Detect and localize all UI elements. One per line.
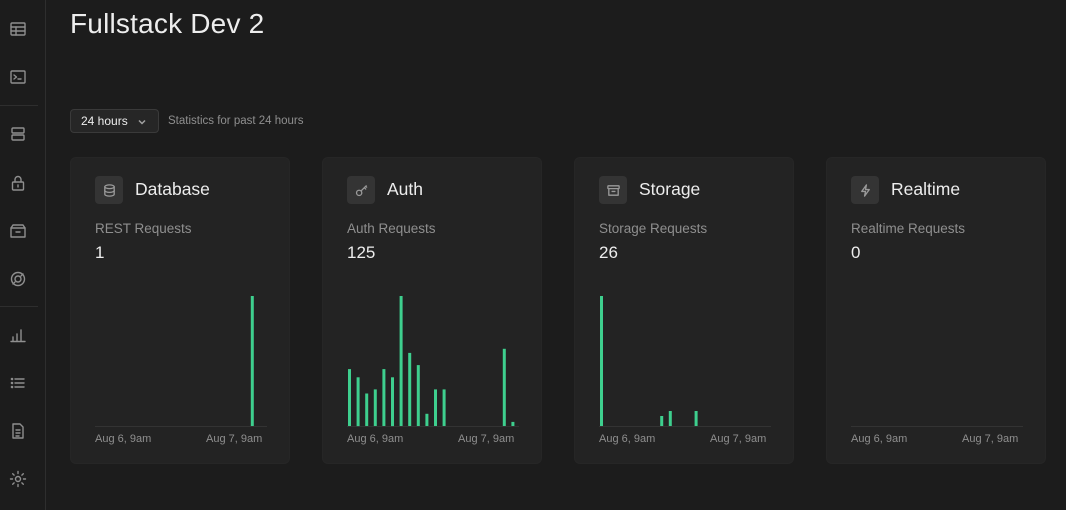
- card-title: Storage: [639, 179, 701, 199]
- card-storage[interactable]: Storage Storage Requests 26 Aug 6, 9am A…: [574, 157, 794, 464]
- chart-bar[interactable]: [348, 369, 351, 426]
- database-icon[interactable]: [7, 123, 29, 145]
- chart-bar[interactable]: [502, 348, 506, 426]
- chart-realtime-requests: [851, 278, 1023, 433]
- sql-editor-icon[interactable]: [7, 66, 29, 88]
- chart-bar[interactable]: [434, 389, 437, 426]
- range-description: Statistics for past 24 hours: [168, 115, 304, 127]
- x-tick-label: Aug 7, 9am: [206, 433, 263, 445]
- bar-chart-svg: [851, 426, 1023, 427]
- chart-bar[interactable]: [356, 377, 360, 427]
- table-editor-icon[interactable]: [7, 18, 29, 40]
- chart-bar[interactable]: [416, 365, 420, 426]
- x-tick-label: Aug 7, 9am: [962, 433, 1019, 445]
- x-tick-label: Aug 6, 9am: [599, 433, 656, 445]
- chart-bar[interactable]: [442, 389, 446, 426]
- chart-bar[interactable]: [365, 393, 369, 427]
- archive-icon: [599, 176, 627, 204]
- logs-list-icon[interactable]: [7, 372, 29, 394]
- page-title: Fullstack Dev 2: [70, 8, 265, 39]
- reports-chart-icon[interactable]: [7, 324, 29, 346]
- sidebar-divider: [0, 306, 38, 307]
- database-icon: [95, 176, 123, 204]
- x-tick-label: Aug 7, 9am: [458, 433, 515, 445]
- chart-bar[interactable]: [668, 411, 672, 426]
- chart-bar[interactable]: [694, 411, 698, 426]
- chart-bar[interactable]: [425, 413, 429, 426]
- x-tick-label: Aug 7, 9am: [710, 433, 767, 445]
- x-tick-label: Aug 6, 9am: [851, 433, 908, 445]
- chart-auth-requests: [347, 278, 519, 433]
- bar-chart-svg: [95, 296, 267, 427]
- chart-rest-requests: [95, 278, 267, 433]
- chevron-down-icon: [137, 116, 147, 126]
- chart-bar[interactable]: [399, 296, 403, 426]
- card-title: Realtime: [891, 179, 961, 199]
- sidebar-divider: [0, 105, 38, 106]
- edge-functions-icon[interactable]: [7, 268, 29, 290]
- chart-storage-requests: [599, 278, 771, 433]
- card-title: Database: [135, 179, 210, 199]
- chart-bar[interactable]: [391, 377, 394, 427]
- card-auth[interactable]: Auth Auth Requests 125 Aug 6, 9am Aug 7,…: [322, 157, 542, 464]
- chart-bar[interactable]: [373, 389, 377, 426]
- sidebar: [0, 0, 46, 510]
- card-subtitle: Auth Requests: [347, 221, 436, 236]
- bolt-icon: [851, 176, 879, 204]
- auth-lock-icon[interactable]: [7, 172, 29, 194]
- x-tick-label: Aug 6, 9am: [347, 433, 404, 445]
- card-subtitle: Storage Requests: [599, 221, 708, 236]
- settings-gear-icon[interactable]: [7, 468, 29, 490]
- chart-bar[interactable]: [382, 369, 386, 426]
- card-value: 0: [851, 243, 861, 262]
- storage-box-icon[interactable]: [7, 220, 29, 242]
- time-range-dropdown[interactable]: 24 hours: [70, 109, 159, 133]
- card-value: 125: [347, 243, 376, 262]
- x-tick-label: Aug 6, 9am: [95, 433, 152, 445]
- card-subtitle: REST Requests: [95, 221, 192, 236]
- chart-bar[interactable]: [600, 296, 603, 426]
- chart-bar[interactable]: [408, 352, 412, 426]
- chart-bar[interactable]: [250, 296, 254, 426]
- bar-chart-svg: [347, 296, 519, 427]
- chart-bar[interactable]: [511, 421, 515, 426]
- bar-chart-svg: [599, 296, 771, 427]
- card-realtime[interactable]: Realtime Realtime Requests 0 Aug 6, 9am …: [826, 157, 1046, 464]
- key-icon: [347, 176, 375, 204]
- card-title: Auth: [387, 179, 423, 199]
- card-value: 26: [599, 243, 618, 262]
- card-value: 1: [95, 243, 105, 262]
- docs-file-icon[interactable]: [7, 420, 29, 442]
- card-database[interactable]: Database REST Requests 1 Aug 6, 9am Aug …: [70, 157, 290, 464]
- card-subtitle: Realtime Requests: [851, 221, 966, 236]
- chart-bar[interactable]: [660, 416, 664, 426]
- time-range-value: 24 hours: [81, 114, 128, 128]
